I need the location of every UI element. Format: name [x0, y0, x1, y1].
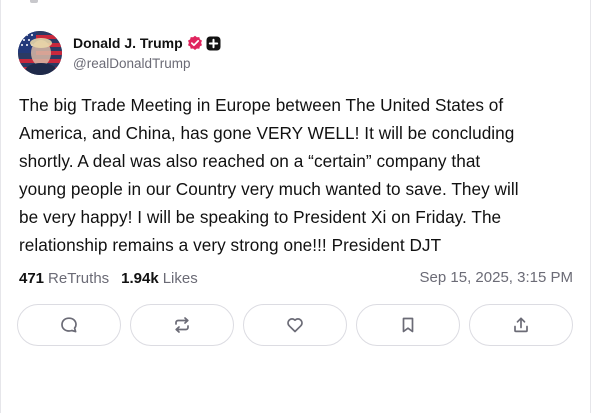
likes-label: Likes — [162, 269, 198, 287]
author-handle[interactable]: @realDonaldTrump — [73, 56, 191, 71]
retruth-button[interactable] — [130, 304, 234, 346]
verified-badge-icon — [187, 35, 203, 51]
bookmark-button[interactable] — [356, 304, 460, 346]
share-icon — [514, 317, 528, 333]
post-text-line: be very happy! I will be speaking to Pre… — [19, 207, 502, 227]
frame-divider-right — [590, 0, 591, 413]
avatar[interactable] — [18, 31, 62, 75]
post-text-line: America, and China, has gone VERY WELL! … — [19, 123, 515, 143]
plus-badge-icon — [206, 36, 221, 51]
likes-count: 1.94k — [121, 269, 159, 287]
post-timestamp[interactable]: Sep 15, 2025, 3:15 PM — [420, 268, 573, 288]
retruth-icon — [175, 317, 189, 333]
bookmark-icon — [402, 317, 414, 333]
post-card: Donald J. Trump @realDonaldTrump The big… — [0, 0, 590, 413]
likes-stat[interactable]: 1.94k Likes — [121, 270, 198, 287]
like-icon — [287, 318, 303, 333]
author-name-row: Donald J. Trump — [73, 34, 221, 52]
post-body: The big Trade Meeting in Europe between … — [19, 91, 579, 259]
post-text-line: shortly. A deal was also reached on a “c… — [19, 151, 481, 171]
retruths-stat[interactable]: 471 ReTruths — [19, 270, 109, 287]
post-text-line: The big Trade Meeting in Europe between … — [19, 95, 504, 115]
author-display-name[interactable]: Donald J. Trump — [73, 35, 183, 51]
post-actions — [17, 304, 573, 346]
post-text-line: relationship remains a very strong one!!… — [19, 235, 442, 255]
share-button[interactable] — [469, 304, 573, 346]
retruths-label: ReTruths — [48, 269, 110, 287]
post-text-line: young people in our Country very much wa… — [19, 179, 519, 199]
reply-button[interactable] — [17, 304, 121, 346]
avatar-image — [18, 31, 62, 75]
reply-icon — [61, 317, 77, 333]
retruths-count: 471 — [19, 269, 45, 287]
like-button[interactable] — [243, 304, 347, 346]
post-stats: 471 ReTruths 1.94k Likes — [19, 268, 198, 288]
